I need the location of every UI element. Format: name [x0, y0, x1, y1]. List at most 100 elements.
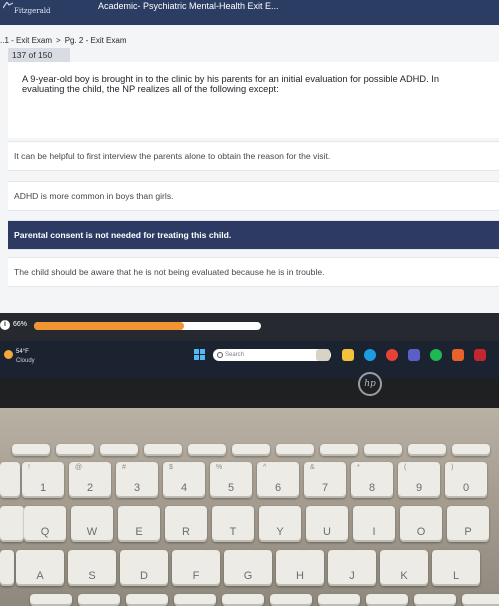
hp-logo-icon: hp [358, 372, 382, 396]
bottom-row-key[interactable] [414, 594, 456, 606]
key-2[interactable]: @2 [69, 462, 111, 498]
function-key[interactable] [100, 444, 138, 456]
key-j[interactable]: J [328, 550, 376, 586]
key-d[interactable]: D [120, 550, 168, 586]
key-r[interactable]: R [165, 506, 207, 542]
key-1[interactable]: ! 1 [22, 462, 64, 498]
backtick-key[interactable] [0, 462, 20, 498]
key-4[interactable]: $4 [163, 462, 205, 498]
key-label: 0 [462, 482, 470, 494]
key-l[interactable]: L [432, 550, 480, 586]
key-s[interactable]: S [68, 550, 116, 586]
key-8[interactable]: * 8 [351, 462, 393, 498]
key-shift-symbol: $ [169, 464, 173, 471]
key-t[interactable]: T [212, 506, 254, 542]
chrome-icon[interactable] [386, 349, 398, 361]
key-7[interactable]: & 7 [304, 462, 346, 498]
key-shift-symbol: # [122, 464, 126, 471]
key-w[interactable]: W [71, 506, 113, 542]
key-label: L [452, 570, 460, 582]
edge-browser-icon[interactable] [364, 349, 376, 361]
key-label: K [400, 570, 408, 582]
caps-lock-key[interactable] [0, 550, 14, 586]
progress-percent: 66% [13, 321, 28, 328]
answer-option-1[interactable]: It can be helpful to first interview the… [8, 141, 499, 171]
page-title: Academic- Psychiatric Mental-Health Exit… [98, 1, 279, 11]
function-key[interactable] [12, 444, 50, 456]
breadcrumb-item-page[interactable]: Pg. 2 - Exit Exam [65, 36, 127, 45]
question-counter: 137 of 150 [8, 48, 70, 62]
function-key[interactable] [188, 444, 226, 456]
key-g[interactable]: G [224, 550, 272, 586]
bottom-row-key[interactable] [126, 594, 168, 606]
key-shift-symbol: ! [28, 464, 30, 471]
key-0[interactable]: ) 0 [445, 462, 487, 498]
office-icon[interactable] [452, 349, 464, 361]
key-i[interactable]: I [353, 506, 395, 542]
teams-icon[interactable] [408, 349, 420, 361]
windows-start-icon[interactable] [194, 349, 206, 361]
spotify-icon[interactable] [430, 349, 442, 361]
taskbar-search[interactable]: Search [213, 349, 331, 361]
function-key[interactable] [364, 444, 402, 456]
key-h[interactable]: H [276, 550, 324, 586]
key-shift-symbol: ^ [263, 464, 267, 471]
info-icon: i [0, 320, 10, 330]
function-key[interactable] [276, 444, 314, 456]
brand-logo-text: Fitzgerald [14, 7, 51, 15]
key-e[interactable]: E [118, 506, 160, 542]
key-label: G [243, 570, 253, 582]
bottom-row-key[interactable] [174, 594, 216, 606]
key-label: 7 [321, 482, 329, 494]
key-label: S [88, 570, 96, 582]
key-o[interactable]: O [400, 506, 442, 542]
key-label: R [182, 526, 190, 538]
key-3[interactable]: #3 [116, 462, 158, 498]
function-key[interactable] [56, 444, 94, 456]
function-key[interactable] [232, 444, 270, 456]
bottom-row-key[interactable] [222, 594, 264, 606]
function-key[interactable] [144, 444, 182, 456]
key-label: P [464, 526, 472, 538]
answer-option-2[interactable]: ADHD is more common in boys than girls. [8, 181, 499, 211]
key-label: Y [276, 526, 284, 538]
laptop-bezel [0, 378, 499, 408]
answer-option-4[interactable]: The child should be aware that he is not… [8, 257, 499, 287]
function-key[interactable] [408, 444, 446, 456]
bottom-row-key[interactable] [366, 594, 408, 606]
answer-option-label: The child should be aware that he is not… [14, 267, 325, 277]
weather-temperature[interactable]: 54°F [16, 349, 29, 355]
file-explorer-icon[interactable] [342, 349, 354, 361]
key-label: O [416, 526, 426, 538]
key-6[interactable]: ^ 6 [257, 462, 299, 498]
weather-condition[interactable]: Cloudy [16, 358, 35, 364]
key-u[interactable]: U [306, 506, 348, 542]
bottom-row-key[interactable] [270, 594, 312, 606]
key-f[interactable]: F [172, 550, 220, 586]
bottom-row-key[interactable] [462, 594, 499, 606]
key-label: 8 [368, 482, 376, 494]
key-shift-symbol: & [310, 464, 315, 471]
key-5[interactable]: % 5 [210, 462, 252, 498]
key-9[interactable]: (9 [398, 462, 440, 498]
key-shift-symbol: ) [451, 464, 454, 471]
widgets-icon[interactable] [316, 349, 330, 361]
logo-icon [3, 2, 13, 9]
tab-key[interactable] [0, 506, 24, 542]
answer-option-3-selected[interactable]: Parental consent is not needed for treat… [8, 220, 499, 250]
function-key[interactable] [320, 444, 358, 456]
bottom-row-key[interactable] [78, 594, 120, 606]
key-k[interactable]: K [380, 550, 428, 586]
key-label: 5 [227, 482, 235, 494]
key-shift-symbol: ( [404, 464, 407, 471]
key-y[interactable]: Y [259, 506, 301, 542]
key-a[interactable]: A [16, 550, 64, 586]
key-p[interactable]: P [447, 506, 489, 542]
breadcrumb-item-exam[interactable]: ..1 - Exit Exam [0, 36, 52, 45]
key-q[interactable]: Q [24, 506, 66, 542]
function-key[interactable] [452, 444, 490, 456]
bottom-row-key[interactable] [318, 594, 360, 606]
weather-icon[interactable] [4, 350, 13, 359]
security-icon[interactable] [474, 349, 486, 361]
bottom-row-key[interactable] [30, 594, 72, 606]
